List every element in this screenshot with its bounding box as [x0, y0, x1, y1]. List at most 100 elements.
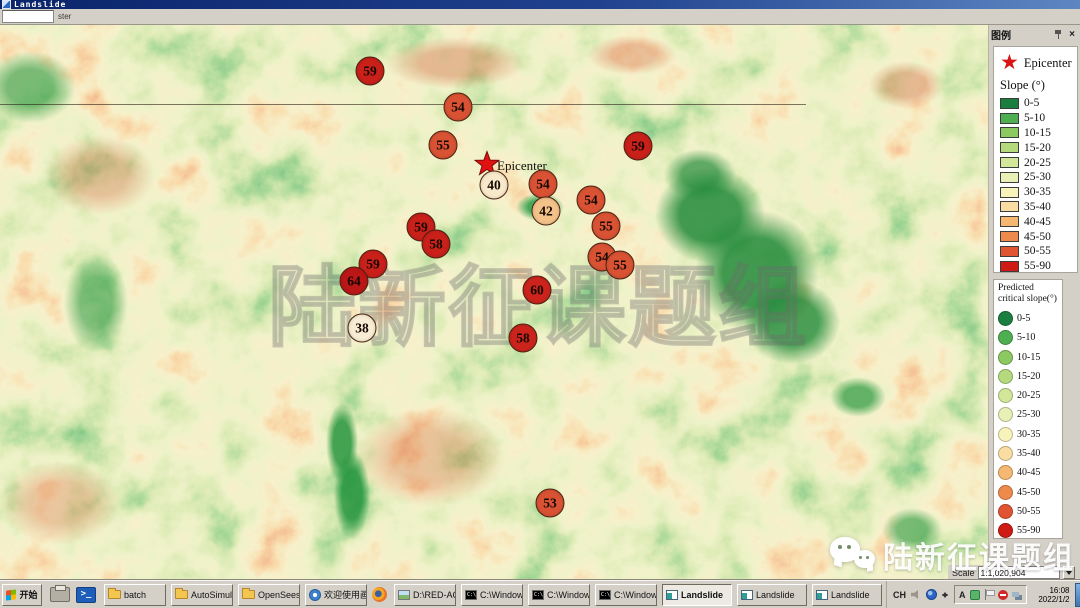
legend-swatch [1000, 201, 1019, 212]
legend-class-row: 0-5 [998, 309, 1062, 328]
legend-class-row: 55-90 [1000, 259, 1077, 274]
slope-marker[interactable]: 59 [356, 57, 385, 86]
slope-marker[interactable]: 38 [348, 314, 377, 343]
toolbar-combobox[interactable] [2, 10, 54, 23]
boundary-line [0, 104, 806, 105]
legend-class-label: 45-50 [1017, 487, 1040, 498]
legend-class-label: 40-45 [1024, 216, 1051, 228]
legend-class-row: 25-30 [998, 405, 1062, 424]
landslide-icon [816, 590, 828, 600]
taskbar-button-3[interactable]: 欢迎使用画... [305, 584, 367, 606]
legend-class-row: 15-20 [1000, 140, 1077, 155]
powershell-icon[interactable] [76, 587, 96, 603]
globe-icon[interactable] [926, 589, 937, 600]
legend-swatch [1000, 127, 1019, 138]
slope-marker[interactable]: 59 [624, 132, 653, 161]
updown-arrows-icon[interactable] [942, 589, 949, 601]
legend-panel: 图例 × ★ Epicenter Slope (°) 0-55-1010-151… [988, 25, 1080, 580]
taskbar-button-2[interactable]: OpenSees [238, 584, 300, 606]
legend-class-row: 45-50 [1000, 229, 1077, 244]
slope-marker[interactable]: 55 [592, 212, 621, 241]
legend-class-row: 10-15 [1000, 126, 1077, 141]
taskbar-button-7[interactable]: C:\Windows... [528, 584, 590, 606]
legend-class-row: 45-50 [998, 482, 1062, 501]
legend-swatch [998, 427, 1013, 442]
slope-marker[interactable]: 64 [340, 267, 369, 296]
title-bar[interactable]: Landslide [0, 0, 1080, 9]
slope-marker[interactable]: 53 [536, 489, 565, 518]
language-indicator[interactable]: CH [893, 590, 906, 600]
map-canvas[interactable]: 陆新征课题组 Epicenter 59545559405442545559585… [0, 25, 988, 580]
slope-marker[interactable]: 55 [606, 251, 635, 280]
legend-class-label: 0-5 [1017, 313, 1030, 324]
close-icon[interactable]: × [1067, 30, 1077, 40]
scale-dropdown-arrow-icon[interactable] [1063, 566, 1075, 579]
taskbar-button-label: Landslide [756, 590, 795, 600]
legend-class-row: 40-45 [998, 463, 1062, 482]
tray-icon-box [954, 585, 1027, 604]
legend-class-label: 25-30 [1017, 409, 1040, 420]
legend-class-row: 55-90 [998, 521, 1062, 540]
predicted-legend-title: Predicted critical slope(°) [998, 283, 1060, 306]
printer-icon[interactable] [50, 587, 70, 602]
legend-swatch [1000, 113, 1019, 124]
legend-swatch [1000, 187, 1019, 198]
legend-swatch [1000, 216, 1019, 227]
taskbar-clock[interactable]: 16:08 2022/1/2 [1032, 586, 1070, 604]
slope-marker[interactable]: 55 [429, 131, 458, 160]
system-tray: CH 16:08 2022/1/2 [886, 581, 1080, 608]
slope-marker[interactable]: 60 [523, 276, 552, 305]
taskbar-button-11[interactable]: Landslide [812, 584, 882, 606]
start-button[interactable]: 开始 [2, 584, 42, 606]
legend-class-label: 30-35 [1024, 186, 1051, 198]
taskbar-button-10[interactable]: Landslide [737, 584, 807, 606]
cmd-icon [465, 590, 477, 600]
taskbar-button-label: D:\RED-ACT... [413, 590, 456, 600]
legend-class-label: 5-10 [1017, 332, 1035, 343]
landslide-icon [666, 590, 678, 600]
taskbar-button-6[interactable]: C:\Windows... [461, 584, 523, 606]
taskbar-button-0[interactable]: batch [104, 584, 166, 606]
scale-value-field[interactable]: 1:1,020,904 [978, 566, 1060, 579]
legend-class-label: 35-40 [1024, 201, 1051, 213]
slope-marker[interactable]: 54 [529, 170, 558, 199]
windows-logo-icon [6, 589, 16, 600]
legend-swatch [998, 504, 1013, 519]
taskbar-button-8[interactable]: C:\Windows... [595, 584, 657, 606]
scale-bar: Scale 1:1,020,904 [948, 565, 1080, 580]
taskbar-button-label: Landslide [681, 590, 723, 600]
green-app-icon[interactable] [970, 590, 980, 600]
red-status-icon[interactable] [998, 590, 1008, 600]
legend-class-label: 0-5 [1024, 97, 1039, 109]
legend-swatch [998, 388, 1013, 403]
toolbar-text: ster [58, 12, 71, 21]
slope-marker[interactable]: 54 [444, 93, 473, 122]
slope-marker[interactable]: 58 [509, 324, 538, 353]
slope-marker[interactable]: 54 [577, 186, 606, 215]
taskbar-button-5[interactable]: D:\RED-ACT... [394, 584, 456, 606]
slope-marker[interactable]: 40 [480, 171, 509, 200]
slope-marker[interactable]: 42 [532, 197, 561, 226]
slope-legend-title: Slope (°) [1000, 78, 1077, 93]
legend-swatch [998, 369, 1013, 384]
taskbar-button-label: C:\Windows... [480, 590, 523, 600]
clock-date: 2022/1/2 [1038, 595, 1069, 604]
show-desktop-button[interactable] [1075, 583, 1080, 607]
legend-class-row: 25-30 [1000, 170, 1077, 185]
legend-class-row: 30-35 [1000, 185, 1077, 200]
taskbar-button-9[interactable]: Landslide [662, 584, 732, 606]
legend-class-row: 15-20 [998, 367, 1062, 386]
flag-icon[interactable] [984, 589, 994, 600]
ime-a-icon[interactable] [959, 590, 966, 600]
network-icon[interactable] [1012, 592, 1019, 597]
slope-marker[interactable]: 58 [422, 230, 451, 259]
legend-class-label: 15-20 [1017, 371, 1040, 382]
taskbar-button-4[interactable] [372, 584, 389, 606]
legend-class-row: 35-40 [998, 444, 1062, 463]
taskbar-button-1[interactable]: AutoSimula... [171, 584, 233, 606]
cmd-icon [599, 590, 611, 600]
cmd-icon [532, 590, 544, 600]
pin-icon[interactable] [1054, 30, 1063, 39]
speaker-icon[interactable] [911, 590, 921, 599]
folder-icon [175, 590, 188, 599]
